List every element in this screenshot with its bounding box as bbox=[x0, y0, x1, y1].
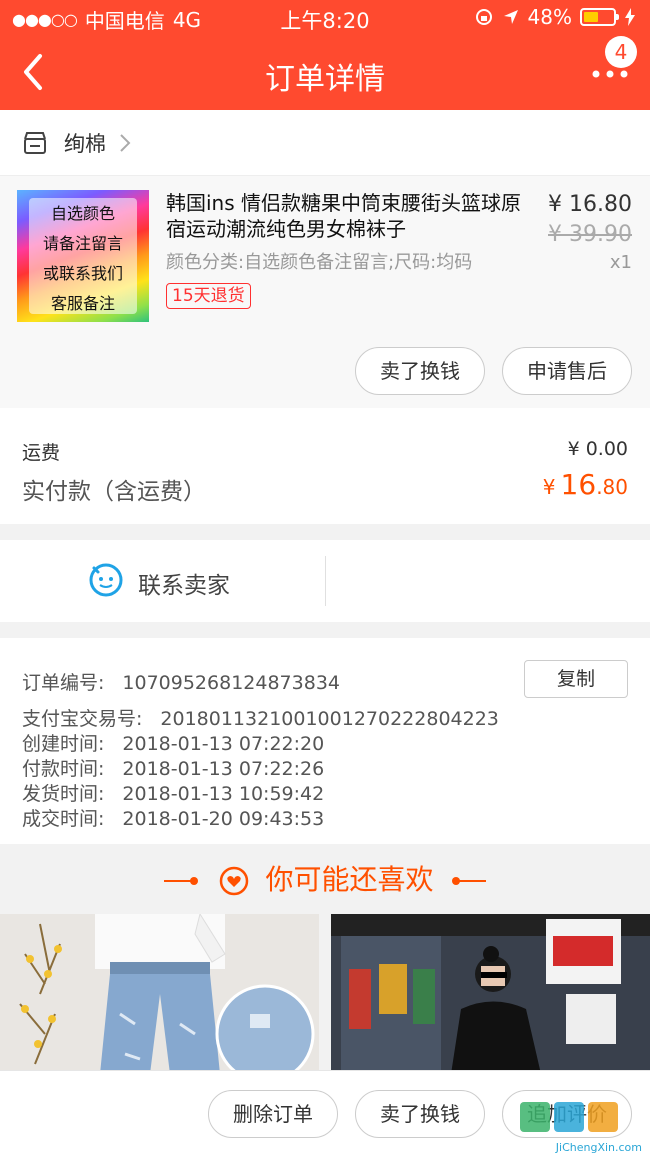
thumb-text-line: 自选颜色 bbox=[50, 204, 115, 223]
order-number-row: 订单编号: 107095268124873834 bbox=[22, 668, 340, 695]
status-bar: ●●●○○ 中国电信 4G 上午8:20 48% bbox=[0, 0, 650, 36]
product-thumbnail[interactable]: 自选颜色 请备注留言 或联系我们 客服备注 bbox=[17, 190, 149, 322]
product-original-price: ¥ 39.90 bbox=[548, 222, 632, 247]
shop-icon bbox=[24, 131, 46, 154]
order-number-value[interactable]: 107095268124873834 bbox=[122, 672, 340, 694]
shipping-fee-label: 运费 bbox=[22, 442, 61, 464]
recommend-title: 你可能还喜欢 bbox=[265, 863, 434, 896]
created-time-row: 创建时间: 2018-01-13 07:22:20 bbox=[22, 729, 324, 756]
alipay-number-row: 支付宝交易号: 2018011321001001270222804223 bbox=[22, 704, 499, 731]
created-time-value: 2018-01-13 07:22:20 bbox=[122, 733, 325, 755]
alipay-number-label: 支付宝交易号: bbox=[22, 708, 143, 730]
shipped-time-row: 发货时间: 2018-01-13 10:59:42 bbox=[22, 779, 324, 806]
notification-badge: 4 bbox=[605, 36, 637, 68]
sell-for-cash-button[interactable]: 卖了换钱 bbox=[355, 1090, 485, 1138]
location-arrow-icon bbox=[503, 10, 518, 24]
payment-summary: 运费 ¥ 0.00 实付款（含运费） ¥ 16.80 bbox=[0, 408, 650, 524]
watermark-text: JiChengXin.com bbox=[555, 1141, 642, 1154]
recommend-header: 你可能还喜欢 bbox=[0, 844, 650, 914]
created-time-label: 创建时间: bbox=[22, 733, 105, 755]
shop-name: 绚棉 bbox=[64, 131, 106, 156]
paid-decimal: .80 bbox=[596, 475, 628, 499]
closed-time-value: 2018-01-20 09:43:53 bbox=[122, 808, 325, 830]
contact-seller-button[interactable]: 联系卖家 bbox=[0, 540, 325, 622]
product-title[interactable]: 韩国ins 情侣款糖果中筒束腰街头篮球原宿运动潮流纯色男女棉袜子 bbox=[166, 190, 534, 242]
delete-order-button[interactable]: 删除订单 bbox=[208, 1090, 338, 1138]
heart-icon bbox=[219, 866, 248, 896]
after-sales-button[interactable]: 申请售后 bbox=[502, 347, 632, 395]
orientation-lock-icon bbox=[475, 9, 492, 25]
divider bbox=[325, 556, 326, 606]
contact-seller-label: 联系卖家 bbox=[138, 573, 230, 599]
divider bbox=[452, 877, 487, 885]
shipped-time-label: 发货时间: bbox=[22, 783, 105, 805]
battery-percent: 48% bbox=[527, 5, 572, 29]
alipay-number-value: 2018011321001001270222804223 bbox=[160, 708, 499, 730]
divider bbox=[163, 877, 198, 885]
chat-bubble-icon bbox=[89, 563, 123, 597]
recommended-product-image[interactable] bbox=[0, 914, 319, 1074]
product-card[interactable]: 自选颜色 请备注留言 或联系我们 客服备注 韩国ins 情侣款糖果中筒束腰街头篮… bbox=[0, 176, 650, 408]
product-price: ¥ 16.80 bbox=[548, 192, 632, 217]
product-sku: 颜色分类:自选颜色备注留言;尺码:均码 bbox=[166, 252, 473, 273]
contact-section: 联系卖家 bbox=[0, 540, 650, 622]
paid-amount-label: 实付款（含运费） bbox=[22, 479, 206, 505]
shop-row[interactable]: 绚棉 bbox=[0, 110, 650, 176]
page-title: 订单详情 bbox=[265, 62, 385, 97]
recommended-product-image[interactable] bbox=[331, 914, 650, 1074]
paid-amount-value: ¥ 16.80 bbox=[543, 468, 628, 501]
closed-time-row: 成交时间: 2018-01-20 09:43:53 bbox=[22, 804, 324, 831]
jeans-product-photo bbox=[0, 914, 319, 1074]
product-quantity: x1 bbox=[609, 252, 632, 273]
sell-for-cash-button[interactable]: 卖了换钱 bbox=[355, 347, 485, 395]
shipping-fee-value: ¥ 0.00 bbox=[567, 438, 628, 460]
paid-time-value: 2018-01-13 07:22:26 bbox=[122, 758, 325, 780]
paid-time-label: 付款时间: bbox=[22, 758, 105, 780]
return-policy-tag: 15天退货 bbox=[166, 283, 251, 309]
shipped-time-value: 2018-01-13 10:59:42 bbox=[122, 783, 325, 805]
chevron-right-icon bbox=[120, 133, 131, 152]
charging-bolt-icon bbox=[625, 8, 635, 26]
thumb-text-line: 请备注留言 bbox=[42, 234, 123, 253]
copy-order-number-button[interactable]: 复制 bbox=[524, 660, 628, 698]
closed-time-label: 成交时间: bbox=[22, 808, 105, 830]
paid-currency: ¥ bbox=[542, 475, 556, 499]
thumb-text-line: 或联系我们 bbox=[42, 264, 123, 283]
paid-time-row: 付款时间: 2018-01-13 07:22:26 bbox=[22, 754, 324, 781]
order-info: 订单编号: 107095268124873834 复制 支付宝交易号: 201801… bbox=[0, 638, 650, 844]
bottom-action-bar: 删除订单 卖了换钱 追加评价 JiChengXin.com bbox=[0, 1070, 650, 1156]
paid-integer: 16 bbox=[560, 468, 597, 501]
battery-icon bbox=[580, 8, 619, 26]
nav-bar: 订单详情 bbox=[0, 36, 650, 110]
street-fashion-photo bbox=[331, 914, 650, 1074]
order-number-label: 订单编号: bbox=[22, 672, 105, 694]
thumb-text-line: 客服备注 bbox=[50, 294, 115, 313]
